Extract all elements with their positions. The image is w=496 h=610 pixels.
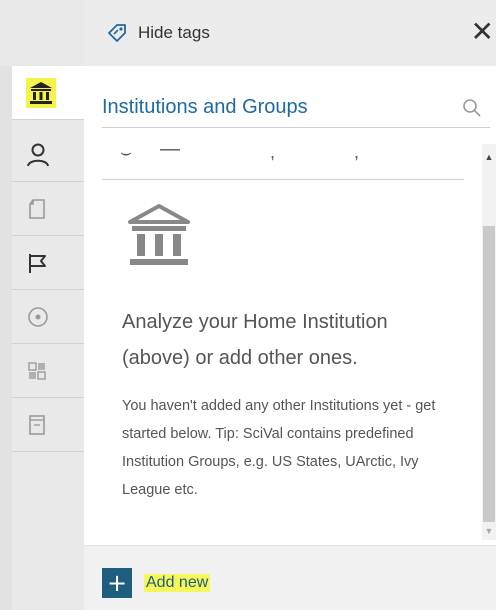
institutions-panel: Institutions and Groups ⌣ — , , Analyze … — [84, 66, 496, 610]
panel-title: Institutions and Groups — [102, 96, 308, 118]
institution-list[interactable]: ⌣ — , , Analyze your Home Institution (a… — [102, 144, 464, 540]
add-new-button[interactable]: + Add new — [102, 568, 211, 598]
empty-state-heading: Analyze your Home Institution (above) or… — [122, 311, 388, 369]
scroll-up-arrow-icon[interactable]: ▲ — [482, 152, 496, 164]
hide-tags-label: Hide tags — [138, 23, 210, 42]
scrollbar-thumb[interactable] — [483, 226, 495, 522]
panel-header: Institutions and Groups — [102, 94, 490, 128]
hide-tags-button[interactable]: Hide tags — [106, 22, 210, 44]
search-icon[interactable] — [462, 98, 482, 118]
close-icon: ✕ — [470, 15, 494, 48]
sidebar-item-publications[interactable] — [12, 182, 84, 236]
sidebar-top — [0, 0, 84, 66]
sidebar-item-researchers[interactable] — [12, 128, 84, 182]
close-button[interactable]: ✕ — [471, 18, 494, 46]
sidebar-item-institutions[interactable] — [12, 66, 84, 120]
sidebar-item-topics[interactable] — [12, 290, 84, 344]
empty-state-text: You haven't added any other Institutions… — [122, 398, 436, 498]
institution-icon — [26, 77, 56, 108]
list-item-partial[interactable]: ⌣ — , , — [102, 144, 464, 180]
flag-icon — [26, 251, 50, 275]
person-icon — [26, 142, 50, 168]
sidebar-strip — [0, 66, 12, 610]
sidebar-item-countries[interactable] — [12, 236, 84, 290]
plus-icon: + — [102, 568, 132, 598]
add-new-label: Add new — [144, 574, 211, 592]
document-icon — [26, 197, 48, 221]
panel-footer: + Add new — [84, 545, 496, 610]
target-icon — [26, 305, 50, 329]
sidebar-item-journals[interactable] — [12, 398, 84, 452]
institution-icon — [124, 200, 194, 270]
sidebar-item-groups[interactable] — [12, 344, 84, 398]
header-bar: Hide tags ✕ — [84, 0, 496, 66]
tag-icon — [106, 22, 128, 44]
book-icon — [26, 413, 48, 437]
sidebar — [0, 0, 84, 610]
sidebar-empty-area — [12, 455, 84, 610]
grid-icon — [26, 360, 48, 382]
list-scrollbar[interactable]: ▲ ▼ — [482, 144, 496, 540]
scroll-down-arrow-icon[interactable]: ▼ — [482, 526, 496, 538]
